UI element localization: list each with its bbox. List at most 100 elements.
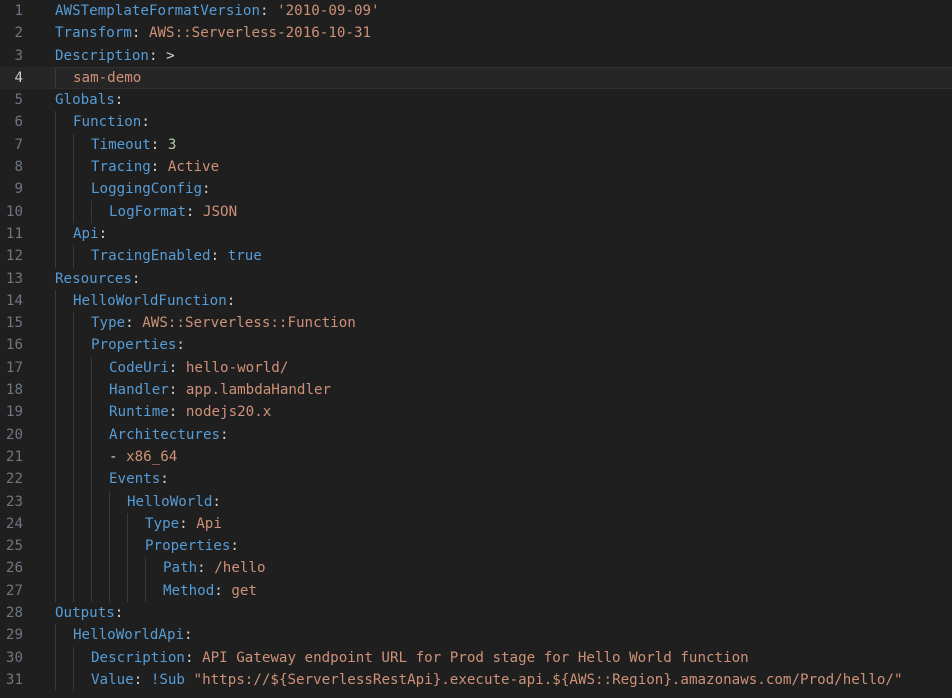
line-number: 21 — [5, 448, 23, 465]
code-line[interactable]: 20 Architectures: — [0, 423, 952, 446]
code-line[interactable]: 12 TracingEnabled: true — [0, 245, 952, 268]
code-line[interactable]: 2 Transform: AWS::Serverless-2016-10-31 — [0, 22, 952, 44]
indent-guide — [109, 557, 110, 580]
line-content: Path: /hello — [163, 557, 266, 579]
code-line[interactable]: 25 Properties: — [0, 535, 952, 558]
indent-guide — [109, 512, 110, 536]
line-content: Value: !Sub "https://${ServerlessRestApi… — [91, 669, 902, 691]
line-content: HelloWorldApi: — [73, 624, 193, 646]
indent-guide — [55, 334, 56, 357]
code-token: sam-demo — [73, 69, 142, 86]
code-token: : — [220, 426, 229, 443]
code-token: '2010-09-09' — [277, 3, 380, 19]
indent-guide — [73, 512, 74, 536]
indent-guide — [73, 445, 74, 469]
code-line[interactable]: 16 Properties: — [0, 334, 952, 357]
indent-guide — [91, 579, 92, 603]
code-line[interactable]: 13 Resources: — [0, 268, 952, 290]
code-line[interactable]: 23 HelloWorld: — [0, 490, 952, 513]
code-token: HelloWorld — [127, 493, 213, 510]
code-token: : — [114, 92, 124, 109]
code-token: Description — [55, 47, 149, 64]
indent-guide — [73, 668, 74, 692]
line-number: 5 — [14, 92, 23, 109]
code-token: AWS::Serverless-2016-10-31 — [148, 25, 372, 42]
code-line[interactable]: 17 CodeUri: hello-world/ — [0, 356, 952, 380]
code-line[interactable]: 21 - x86_64 — [0, 445, 952, 469]
line-number: 7 — [14, 136, 23, 153]
line-content: Outputs: — [55, 602, 123, 624]
code-token: : — [141, 114, 150, 131]
line-number: 31 — [5, 671, 23, 688]
line-number: 28 — [5, 605, 23, 622]
code-line[interactable]: 22 Events: — [0, 468, 952, 491]
code-line[interactable]: 28 Outputs: — [0, 602, 952, 624]
code-line[interactable]: 7 Timeout: 3 — [0, 133, 952, 157]
code-line[interactable]: 8 Tracing: Active — [0, 156, 952, 179]
code-token: CodeUri — [109, 359, 169, 376]
indent-guide — [55, 468, 56, 491]
code-line[interactable]: 14 HelloWorldFunction: — [0, 289, 952, 313]
code-token: : — [176, 337, 185, 354]
indent-guide — [73, 401, 74, 424]
line-number: 11 — [5, 225, 23, 242]
code-token: AWS::Serverless::Function — [142, 315, 356, 332]
code-line[interactable]: 19 Runtime: nodejs20.x — [0, 401, 952, 424]
indent-guide — [73, 312, 74, 335]
indent-guide — [91, 356, 92, 380]
code-token: API Gateway endpoint URL for Prod stage … — [202, 649, 749, 666]
code-token: > — [166, 47, 175, 64]
code-line[interactable]: 29 HelloWorldApi: — [0, 624, 952, 647]
indent-guide — [91, 379, 92, 402]
indent-guide — [55, 557, 56, 580]
code-token: : — [150, 159, 168, 176]
indent-guide — [91, 535, 92, 558]
code-line[interactable]: 3 Description: > — [0, 45, 952, 67]
code-line[interactable]: 18 Handler: app.lambdaHandler — [0, 379, 952, 402]
code-line[interactable]: 9 LoggingConfig: — [0, 178, 952, 201]
indent-guide — [55, 356, 56, 380]
line-number: 27 — [5, 582, 23, 599]
code-line[interactable]: 24 Type: Api — [0, 512, 952, 536]
line-number: 9 — [14, 181, 23, 198]
code-line[interactable]: 10 LogFormat: JSON — [0, 200, 952, 223]
code-token: : — [185, 203, 203, 220]
indent-guide — [73, 178, 74, 201]
line-content: Events: — [109, 468, 169, 490]
code-line[interactable]: 4 sam-demo — [0, 66, 952, 90]
code-line[interactable]: 11 Api: — [0, 222, 952, 246]
code-line[interactable]: 31 Value: !Sub "https://${ServerlessRestA… — [0, 668, 952, 692]
line-content: AWSTemplateFormatVersion: '2010-09-09' — [55, 0, 380, 22]
code-line[interactable]: 27 Method: get — [0, 579, 952, 603]
line-number: 30 — [5, 649, 23, 666]
line-number: 25 — [5, 538, 23, 555]
indent-guide — [91, 490, 92, 513]
indent-guide — [55, 200, 56, 223]
indent-guide — [55, 646, 56, 669]
code-line[interactable]: 1 AWSTemplateFormatVersion: '2010-09-09' — [0, 0, 952, 22]
code-line[interactable]: 6 Function: — [0, 111, 952, 134]
code-token: app.lambdaHandler — [185, 382, 332, 399]
code-token: Api — [73, 225, 99, 242]
code-token: hello-world/ — [185, 359, 289, 376]
code-line[interactable]: 26 Path: /hello — [0, 557, 952, 580]
code-line[interactable]: 30 Description: API Gateway endpoint URL … — [0, 646, 952, 669]
code-line[interactable]: 15 Type: AWS::Serverless::Function — [0, 312, 952, 335]
line-content: Method: get — [163, 580, 257, 602]
indent-guide — [73, 245, 74, 268]
line-content: Properties: — [145, 535, 239, 557]
line-number: 26 — [5, 560, 23, 577]
code-editor[interactable]: 1 AWSTemplateFormatVersion: '2010-09-09' 2… — [0, 0, 952, 698]
indent-guide — [73, 646, 74, 669]
indent-guide — [127, 557, 128, 580]
line-content: HelloWorldFunction: — [73, 290, 235, 312]
line-content: Type: Api — [145, 513, 222, 535]
code-token: nodejs20.x — [185, 404, 272, 421]
line-content: Globals: — [55, 89, 123, 111]
code-line[interactable]: 5 Globals: — [0, 89, 952, 111]
indent-guide — [73, 379, 74, 402]
indent-guide — [55, 222, 56, 246]
code-token: Method — [163, 582, 215, 599]
line-content: HelloWorld: — [127, 491, 221, 513]
code-token: : — [168, 382, 186, 399]
